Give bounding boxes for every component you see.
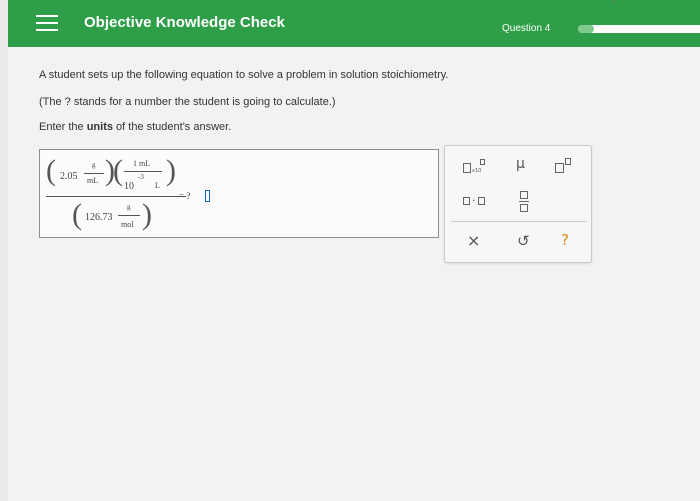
term2-den-exp: -3 [138, 173, 144, 181]
undo-button[interactable]: ↺ [517, 232, 530, 250]
term2-den-base: 10 [124, 181, 134, 192]
answer-cursor-box[interactable] [205, 190, 210, 202]
sci-notation-button[interactable]: x10 [463, 159, 491, 175]
prompt-line-1: A student sets up the following equation… [39, 69, 449, 81]
dot-symbol: · [472, 194, 476, 207]
term1-fraction-bar [84, 173, 104, 174]
prompt-line-3-end: of the student's answer. [112, 121, 232, 133]
progress-bar [578, 25, 700, 33]
right-paren: ) [166, 154, 176, 187]
progress-fill [578, 25, 594, 33]
term1-num-unit: g [92, 161, 96, 169]
left-paren: ( [113, 154, 123, 187]
help-button[interactable]: ? [561, 231, 569, 249]
mu-button[interactable]: µ [516, 156, 525, 172]
box-icon [463, 163, 471, 173]
term1-den-unit: mL [87, 176, 99, 185]
app-title: Objective Knowledge Check [84, 14, 285, 31]
question-panel: A student sets up the following equation… [8, 47, 700, 501]
box-icon [480, 159, 485, 165]
multiply-dot-button[interactable]: · [463, 194, 491, 208]
prompt-line-3-bold: units [86, 121, 113, 133]
term2-num: 1 mL [133, 159, 151, 168]
equals-unknown: = ? [179, 191, 191, 201]
box-icon [565, 158, 571, 165]
term3-fraction-bar [118, 215, 140, 216]
left-paren: ( [46, 154, 56, 187]
prompt-line-3: Enter the units of the student's answer. [39, 121, 231, 133]
box-icon [478, 197, 485, 205]
term3-value: 126.73 [85, 212, 113, 223]
menu-icon[interactable] [36, 15, 58, 31]
header-bar: Objective Knowledge Check Question 4 [8, 0, 700, 47]
term3-num-unit: g [127, 203, 131, 211]
exponent-button[interactable] [553, 157, 575, 175]
toolbox-divider [451, 221, 587, 222]
prompt-line-3-start: Enter the [39, 121, 87, 133]
math-toolbox: x10 µ · × ↺ ? [444, 145, 592, 263]
fraction-button[interactable] [519, 190, 531, 214]
term1-value: 2.05 [60, 171, 78, 182]
fraction-line-icon [519, 201, 529, 202]
box-icon [463, 197, 470, 205]
term3-den-unit: mol [121, 220, 134, 229]
box-icon [555, 163, 564, 173]
left-paren: ( [72, 198, 82, 231]
main-fraction-bar [46, 196, 186, 197]
x10-label: x10 [472, 168, 482, 174]
right-paren: ) [142, 198, 152, 231]
box-icon [520, 191, 528, 199]
corner-text: ~ [612, 0, 618, 7]
clear-button[interactable]: × [467, 231, 480, 250]
prompt-line-2: (The ? stands for a number the student i… [39, 96, 336, 108]
term2-fraction-bar [124, 171, 162, 172]
answer-input-box[interactable]: ( 2.05 g mL ) ( 1 mL 10 -3 L ) ( 126.73 … [39, 149, 439, 238]
box-icon [520, 204, 528, 212]
question-label: Question 4 [502, 23, 551, 34]
term2-den-unit: L [155, 181, 160, 190]
